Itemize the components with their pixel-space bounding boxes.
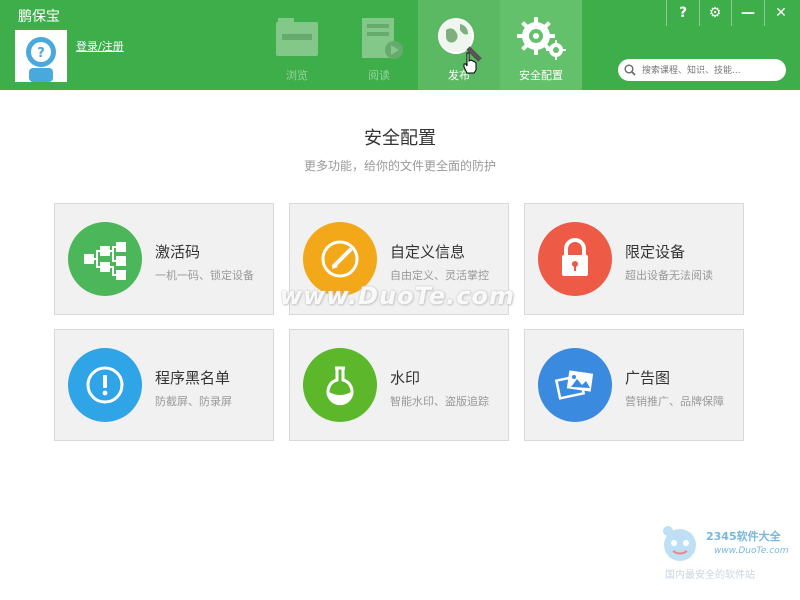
window-control-separator [764, 0, 765, 26]
card-program-blacklist[interactable]: 程序黑名单 防截屏、防录屏 [54, 329, 274, 441]
alert-icon [68, 348, 142, 422]
reader-icon [362, 18, 403, 59]
mascot-logo-icon [663, 526, 696, 561]
tab-security-config-label: 安全配置 [519, 69, 563, 82]
card-title: 限定设备 [625, 243, 686, 261]
network-icon [68, 222, 142, 296]
tab-read-label: 阅读 [368, 69, 390, 82]
close-button[interactable]: ✕ [766, 0, 796, 26]
tab-browse[interactable]: 浏览 [256, 0, 338, 90]
hand-cursor-icon [463, 52, 477, 74]
card-title: 激活码 [155, 243, 201, 261]
app-title: 鹏保宝 [18, 9, 60, 25]
card-description: 营销推广、品牌保障 [625, 395, 724, 408]
flask-icon [303, 348, 377, 422]
folder-icon [276, 18, 318, 56]
duote-watermark: www.DuoTe.com [280, 282, 515, 310]
page-subtitle: 更多功能，给你的文件更全面的防护 [303, 159, 496, 173]
card-title: 水印 [390, 369, 421, 387]
tab-publish-label: 发布 [448, 69, 470, 82]
search-icon [624, 64, 636, 76]
lock-icon [538, 222, 612, 296]
user-avatar-icon: ? [15, 30, 67, 82]
tab-browse-label: 浏览 [286, 69, 308, 82]
slogan-watermark: 国内最安全的软件站 [665, 570, 755, 581]
card-description: 防截屏、防录屏 [155, 395, 232, 408]
login-register-link[interactable]: 登录/注册 [76, 38, 124, 54]
help-button[interactable]: ? [668, 0, 698, 26]
gears-icon [517, 17, 566, 60]
search-input[interactable] [640, 61, 784, 81]
tab-security-config[interactable]: 安全配置 [500, 0, 582, 90]
card-device-limit[interactable]: 限定设备 超出设备无法阅读 [524, 203, 744, 315]
brand-url-watermark: www.DuoTe.com [714, 546, 789, 556]
card-title: 广告图 [625, 369, 671, 387]
tab-publish[interactable]: 发布 [418, 0, 500, 90]
card-watermark[interactable]: 水印 智能水印、盗版追踪 [289, 329, 509, 441]
card-description: 自由定义、灵活掌控 [390, 269, 489, 282]
window-control-separator [666, 0, 667, 26]
card-activation-code[interactable]: 激活码 一机一码、锁定设备 [54, 203, 274, 315]
page-title: 安全配置 [364, 128, 436, 149]
search-box[interactable] [618, 59, 786, 81]
window-control-separator [731, 0, 732, 26]
svg-text:?: ? [37, 46, 45, 61]
settings-gear-icon[interactable]: ⚙ [700, 0, 730, 26]
card-ad-image[interactable]: 广告图 营销推广、品牌保障 [524, 329, 744, 441]
header-bar: 鹏保宝 ? 登录/注册 浏览 阅读 发布 安全配置 ? ⚙ — ✕ 搜索课程、知… [0, 0, 800, 90]
card-description: 超出设备无法阅读 [625, 269, 713, 282]
brand-watermark: 2345软件大全 [706, 530, 781, 543]
card-description: 一机一码、锁定设备 [155, 269, 254, 282]
tab-read[interactable]: 阅读 [338, 0, 420, 90]
card-description: 智能水印、盗版追踪 [390, 395, 489, 408]
card-title: 程序黑名单 [155, 369, 231, 387]
avatar[interactable]: ? [15, 30, 67, 82]
minimize-button[interactable]: — [733, 0, 763, 26]
card-title: 自定义信息 [390, 243, 466, 261]
images-icon [538, 348, 612, 422]
